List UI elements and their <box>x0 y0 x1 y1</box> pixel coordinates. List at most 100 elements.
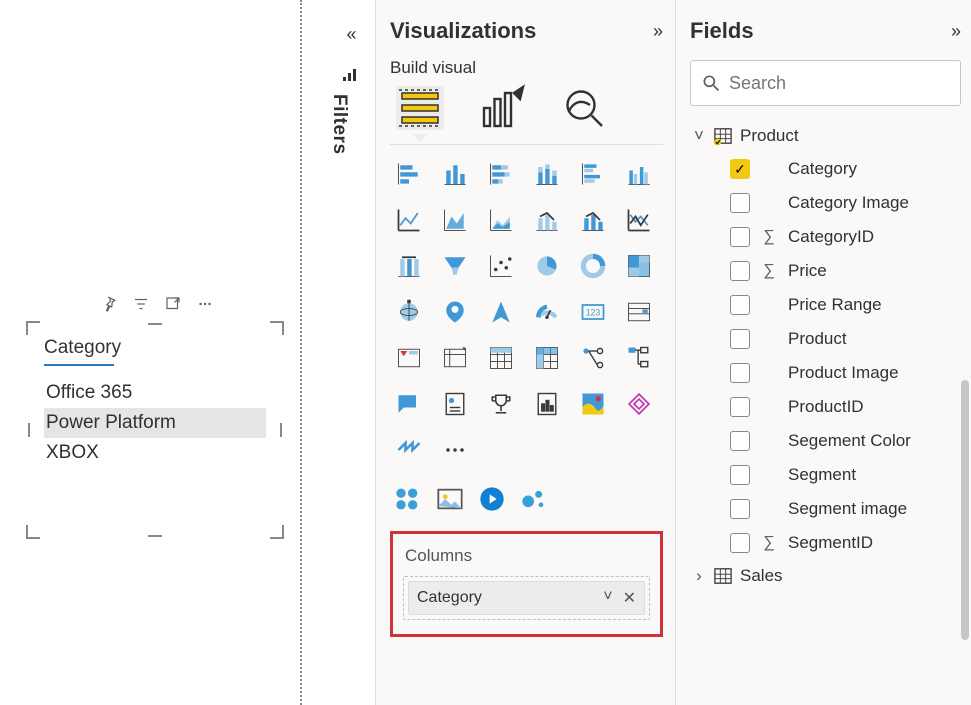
viz-type-button[interactable] <box>482 293 520 331</box>
bubble-visual-icon[interactable] <box>520 485 548 513</box>
resize-handle[interactable] <box>280 423 282 437</box>
play-visual-icon[interactable] <box>478 485 506 513</box>
resize-handle[interactable] <box>148 535 162 537</box>
viz-type-button[interactable] <box>528 155 566 193</box>
viz-type-button[interactable] <box>436 431 474 469</box>
viz-type-button[interactable] <box>574 339 612 377</box>
chevron-down-icon[interactable]: ˅ <box>692 126 706 146</box>
fields-scrollbar[interactable] <box>961 380 969 640</box>
field-pill-chevron-icon[interactable]: ˅ <box>603 588 612 608</box>
viz-type-button[interactable] <box>620 293 658 331</box>
field-checkbox[interactable] <box>730 533 750 553</box>
field-checkbox[interactable] <box>730 431 750 451</box>
viz-type-button[interactable] <box>620 385 658 423</box>
viz-type-button[interactable] <box>482 201 520 239</box>
chevron-right-icon[interactable]: › <box>692 566 706 586</box>
analytics-tab[interactable] <box>560 86 608 130</box>
collapse-viz-icon[interactable]: » <box>653 21 663 42</box>
viz-type-button[interactable] <box>574 385 612 423</box>
viz-type-button[interactable] <box>390 339 428 377</box>
columns-well[interactable]: Category ˅ ✕ <box>403 576 650 620</box>
fields-search[interactable] <box>690 60 961 106</box>
table-row[interactable]: › Sales <box>690 560 961 592</box>
field-row[interactable]: ∑CategoryID <box>690 220 961 254</box>
field-row[interactable]: Segment image <box>690 492 961 526</box>
field-checkbox[interactable] <box>730 159 750 179</box>
viz-type-button[interactable] <box>482 339 520 377</box>
resize-handle[interactable] <box>148 323 162 325</box>
field-pill-category[interactable]: Category ˅ ✕ <box>408 581 645 615</box>
viz-type-button[interactable] <box>482 155 520 193</box>
viz-type-button[interactable] <box>390 247 428 285</box>
field-checkbox[interactable] <box>730 363 750 383</box>
field-row[interactable]: Segement Color <box>690 424 961 458</box>
field-checkbox[interactable] <box>730 499 750 519</box>
viz-type-button[interactable] <box>620 155 658 193</box>
viz-type-button[interactable] <box>620 201 658 239</box>
viz-type-button[interactable] <box>436 201 474 239</box>
collapse-fields-icon[interactable]: » <box>951 21 961 42</box>
viz-type-button[interactable] <box>528 293 566 331</box>
viz-type-button[interactable] <box>574 155 612 193</box>
viz-type-button[interactable] <box>436 247 474 285</box>
resize-handle[interactable] <box>270 321 284 335</box>
viz-type-button[interactable] <box>482 247 520 285</box>
field-row[interactable]: ∑Price <box>690 254 961 288</box>
slicer-item[interactable]: Office 365 <box>44 378 266 408</box>
fields-search-input[interactable] <box>729 73 961 94</box>
field-checkbox[interactable] <box>730 329 750 349</box>
pin-icon[interactable] <box>100 295 118 313</box>
field-pill-remove-icon[interactable]: ✕ <box>623 588 636 608</box>
viz-type-button[interactable] <box>482 385 520 423</box>
field-checkbox[interactable] <box>730 465 750 485</box>
appsource-visual-icon[interactable] <box>394 485 422 513</box>
viz-type-button[interactable] <box>436 385 474 423</box>
field-checkbox[interactable] <box>730 397 750 417</box>
field-row[interactable]: Product Image <box>690 356 961 390</box>
viz-type-button[interactable] <box>528 385 566 423</box>
resize-handle[interactable] <box>26 321 40 335</box>
field-row[interactable]: ∑SegmentID <box>690 526 961 560</box>
field-row[interactable]: Product <box>690 322 961 356</box>
viz-type-button[interactable] <box>390 293 428 331</box>
viz-type-button[interactable] <box>620 247 658 285</box>
viz-type-button[interactable] <box>390 155 428 193</box>
resize-handle[interactable] <box>28 423 30 437</box>
report-canvas[interactable]: Category Office 365Power PlatformXBOX <box>0 0 300 705</box>
viz-type-button[interactable] <box>620 339 658 377</box>
expand-filters-icon[interactable]: « <box>328 24 375 45</box>
slicer-item[interactable]: XBOX <box>44 438 266 468</box>
slicer-item[interactable]: Power Platform <box>44 408 266 438</box>
viz-type-button[interactable] <box>436 293 474 331</box>
field-checkbox[interactable] <box>730 295 750 315</box>
viz-type-button[interactable] <box>436 339 474 377</box>
field-row[interactable]: Segment <box>690 458 961 492</box>
viz-type-button[interactable] <box>390 385 428 423</box>
field-checkbox[interactable] <box>730 261 750 281</box>
format-visual-tab[interactable] <box>478 86 526 130</box>
viz-type-button[interactable] <box>528 247 566 285</box>
field-row[interactable]: Price Range <box>690 288 961 322</box>
field-row[interactable]: ProductID <box>690 390 961 424</box>
filter-icon[interactable] <box>132 295 150 313</box>
image-visual-icon[interactable] <box>436 485 464 513</box>
field-row[interactable]: Category <box>690 152 961 186</box>
field-checkbox[interactable] <box>730 227 750 247</box>
resize-handle[interactable] <box>26 525 40 539</box>
viz-type-button[interactable] <box>528 339 566 377</box>
focus-mode-icon[interactable] <box>164 295 182 313</box>
filters-label[interactable]: Filters <box>328 94 350 155</box>
field-row[interactable]: Category Image <box>690 186 961 220</box>
viz-type-button[interactable] <box>574 201 612 239</box>
viz-type-button[interactable] <box>528 201 566 239</box>
field-checkbox[interactable] <box>730 193 750 213</box>
viz-type-button[interactable] <box>574 247 612 285</box>
viz-type-button[interactable] <box>390 431 428 469</box>
more-icon[interactable] <box>196 295 214 313</box>
table-row[interactable]: ˅ Product <box>690 120 961 152</box>
viz-type-button[interactable]: 123 <box>574 293 612 331</box>
slicer-visual[interactable]: Category Office 365Power PlatformXBOX <box>30 325 280 535</box>
viz-type-button[interactable] <box>436 155 474 193</box>
resize-handle[interactable] <box>270 525 284 539</box>
build-visual-tab[interactable] <box>396 86 444 130</box>
